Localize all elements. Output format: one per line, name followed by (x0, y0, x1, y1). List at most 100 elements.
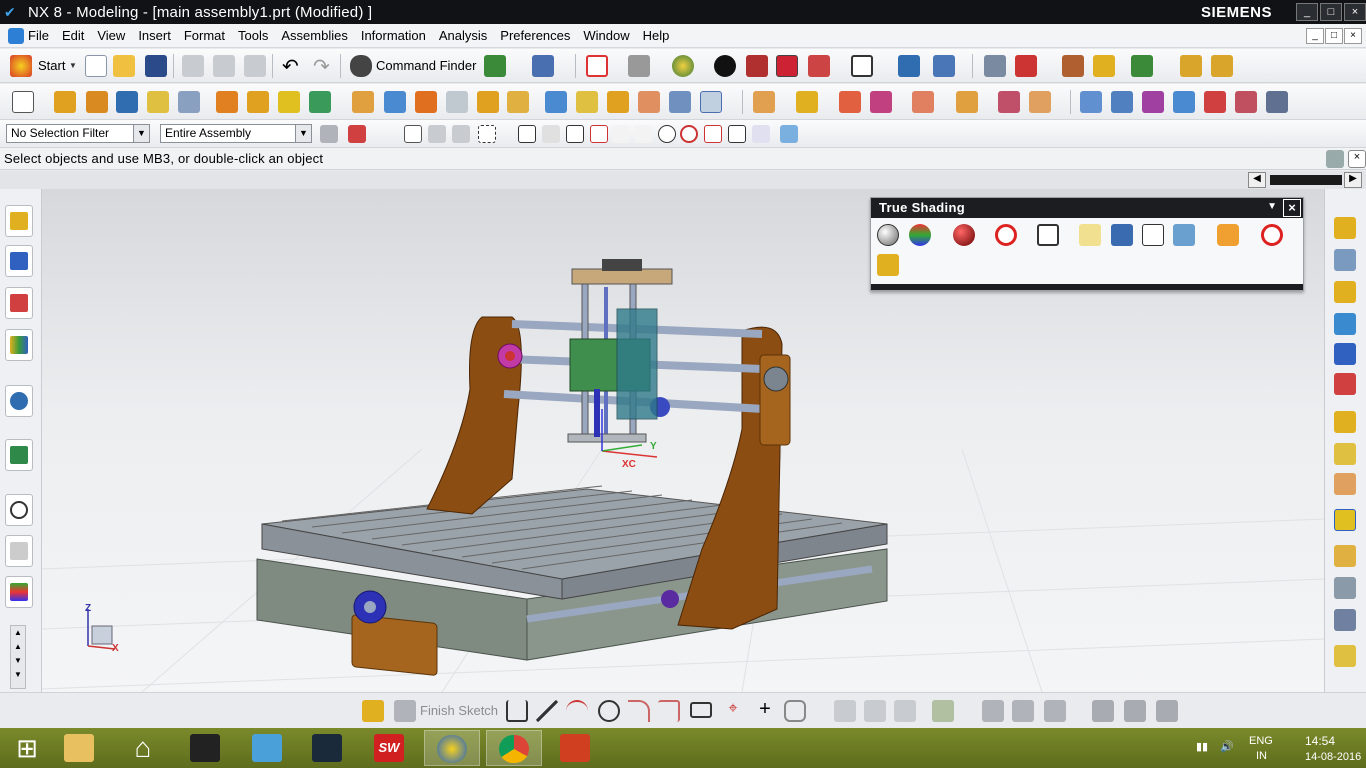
windows-start-button[interactable]: ⊞ (0, 730, 56, 766)
rapid-dimension-icon[interactable] (982, 700, 1004, 722)
close-cue-icon[interactable]: × (1348, 150, 1366, 168)
constraint-icon[interactable] (1334, 373, 1356, 395)
app-menu-icon[interactable] (8, 27, 24, 44)
chamfer-icon[interactable] (446, 91, 468, 113)
extrude-icon[interactable] (54, 91, 76, 113)
mirror-assembly-icon[interactable] (956, 91, 978, 113)
select-bodies-icon[interactable] (452, 125, 470, 143)
viewport-hscrollbar[interactable]: ◀ ▶ (0, 171, 1366, 189)
assembly-constraint-icon[interactable] (912, 91, 934, 113)
chamfer-sketch-icon[interactable] (658, 700, 680, 722)
promote-icon[interactable] (1334, 645, 1356, 667)
finish-sketch-icon[interactable] (394, 700, 416, 722)
exploded-view-icon[interactable] (998, 91, 1020, 113)
chevron-down-icon[interactable]: ▼ (133, 125, 149, 142)
fit-view-icon[interactable] (586, 55, 608, 77)
menu-insert[interactable]: Insert (138, 28, 171, 43)
boss-icon[interactable] (178, 91, 200, 113)
rectangle-select-icon[interactable] (478, 125, 496, 143)
rectangle-icon[interactable] (690, 702, 712, 718)
tray-language[interactable]: ENG (1249, 735, 1273, 747)
through-curves-icon[interactable] (1111, 91, 1133, 113)
menu-view[interactable]: View (97, 28, 125, 43)
scroll-left-icon[interactable]: ◀ (1248, 172, 1266, 188)
chain-icon[interactable] (1334, 545, 1356, 567)
tray-date[interactable]: 14-08-2016 (1305, 751, 1361, 763)
studio-spline-icon[interactable] (784, 700, 806, 722)
binoculars-icon[interactable] (350, 55, 372, 77)
taskbar-home[interactable]: ⌂ (116, 730, 172, 766)
split-body-icon[interactable] (576, 91, 598, 113)
background-settings-icon[interactable] (1037, 224, 1059, 246)
object-materials-icon[interactable] (953, 224, 975, 246)
analysis-icon[interactable] (1093, 55, 1115, 77)
menu-tools[interactable]: Tools (238, 28, 268, 43)
taskbar-siemens-nx[interactable] (424, 730, 480, 766)
resource-system-materials[interactable] (5, 535, 33, 567)
hole-icon[interactable] (147, 91, 169, 113)
minimize-button[interactable]: _ (1296, 3, 1318, 21)
assembly-tool-icon[interactable] (1334, 217, 1356, 239)
doc-restore-button[interactable]: □ (1325, 28, 1343, 44)
synchronous-icon[interactable] (700, 91, 722, 113)
part-navigator-icon[interactable] (984, 55, 1006, 77)
start-button[interactable]: Start (38, 58, 65, 73)
maximize-button[interactable]: □ (1320, 3, 1342, 21)
orient-view-icon[interactable] (628, 55, 650, 77)
sew-icon[interactable] (1266, 91, 1288, 113)
tray-time[interactable]: 14:54 (1305, 734, 1335, 748)
linear-dimension-icon[interactable] (1012, 700, 1034, 722)
resource-web-browser[interactable] (5, 385, 33, 417)
circle-icon[interactable] (598, 700, 620, 722)
measure-distance-icon[interactable] (1180, 55, 1202, 77)
polygon-icon[interactable]: ⌖ (722, 700, 744, 722)
snap-midpoint-icon[interactable] (566, 125, 584, 143)
edge-blend-icon[interactable] (415, 91, 437, 113)
assembly-selection-icon[interactable] (780, 125, 798, 143)
new-file-icon[interactable] (85, 55, 107, 77)
selection-scope-dropdown[interactable]: Entire Assembly ▼ (160, 124, 312, 143)
snap-enable-icon[interactable] (542, 125, 560, 143)
pattern-icon[interactable] (352, 91, 374, 113)
taskbar-3ds-max[interactable] (300, 730, 356, 766)
snap-arc-center-icon[interactable] (634, 125, 652, 143)
reposition-icon[interactable] (1334, 343, 1356, 365)
menu-assemblies[interactable]: Assemblies (281, 28, 347, 43)
menu-help[interactable]: Help (643, 28, 670, 43)
assembly-cut-icon[interactable] (1334, 443, 1356, 465)
render-style-icon[interactable] (672, 55, 694, 77)
environment-icon[interactable] (1173, 224, 1195, 246)
taskbar-game-app[interactable] (178, 730, 234, 766)
shading-preferences-icon[interactable] (877, 254, 899, 276)
resource-constraint-navigator[interactable] (5, 245, 33, 277)
arc-icon[interactable] (566, 700, 588, 722)
unite-icon[interactable] (216, 91, 238, 113)
clearance-icon[interactable] (1334, 473, 1356, 495)
decals-icon[interactable] (1217, 224, 1239, 246)
taskbar-solidworks[interactable]: SW (362, 730, 418, 766)
save-icon[interactable] (145, 55, 167, 77)
true-shading-icon[interactable] (877, 224, 899, 246)
taskbar-file-explorer[interactable] (52, 730, 108, 766)
wave-geometry-icon[interactable] (1334, 411, 1356, 433)
sequence-icon[interactable] (1029, 91, 1051, 113)
status-options-icon[interactable] (1326, 150, 1344, 168)
line-icon[interactable] (536, 700, 558, 722)
taskbar-remote-desktop[interactable] (240, 730, 296, 766)
studio-lights-icon[interactable] (1111, 224, 1133, 246)
swept-icon[interactable] (1204, 91, 1226, 113)
studio-surface-icon[interactable] (1142, 91, 1164, 113)
quick-trim-icon[interactable] (834, 700, 856, 722)
profile-icon[interactable] (506, 700, 528, 722)
mirror-feature-icon[interactable] (384, 91, 406, 113)
draft-icon[interactable] (507, 91, 529, 113)
datum-axis-icon[interactable] (309, 91, 331, 113)
chevron-down-icon[interactable]: ▼ (295, 125, 311, 142)
snap-quadrant-icon[interactable] (680, 125, 698, 143)
component-array-icon[interactable] (1334, 249, 1356, 271)
open-folder-icon[interactable] (113, 55, 135, 77)
menu-information[interactable]: Information (361, 28, 426, 43)
trim-body-icon[interactable] (545, 91, 567, 113)
true-shading-close-button[interactable]: × (1283, 199, 1301, 217)
shaded-mode-icon[interactable] (776, 55, 798, 77)
